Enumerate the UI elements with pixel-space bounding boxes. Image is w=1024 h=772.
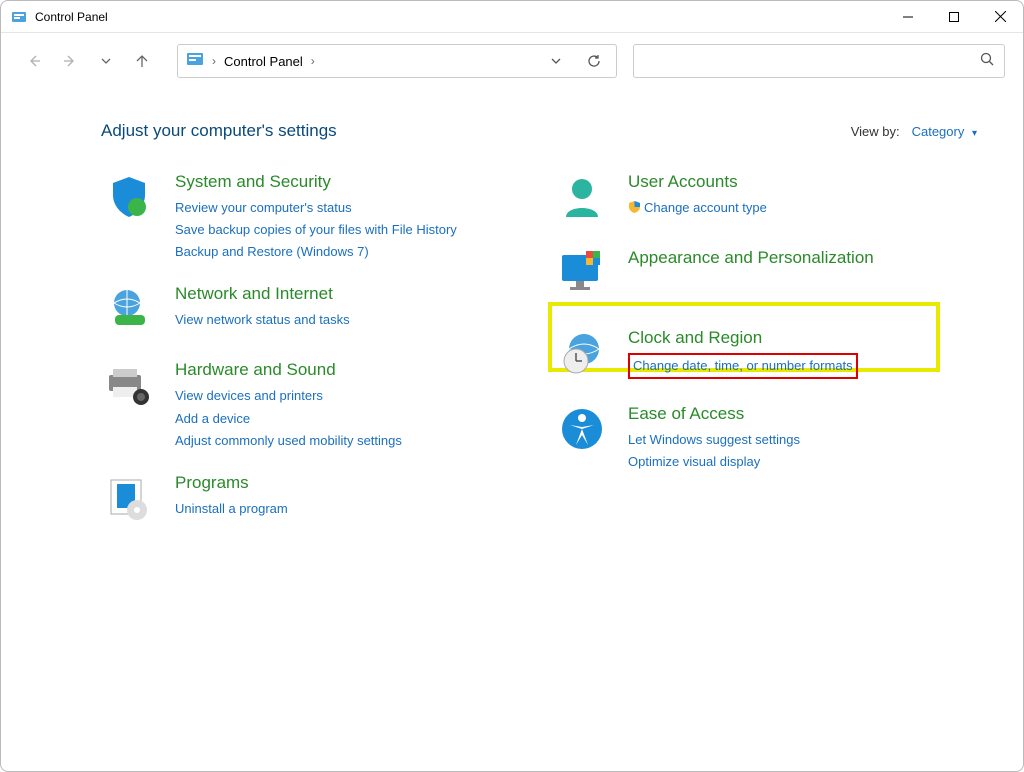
page-heading: Adjust your computer's settings (101, 121, 337, 141)
chevron-right-icon[interactable]: › (311, 54, 315, 68)
category-link[interactable]: Adjust commonly used mobility settings (175, 430, 402, 452)
window-title: Control Panel (35, 10, 108, 24)
refresh-button[interactable] (580, 47, 608, 75)
category-link[interactable]: Backup and Restore (Windows 7) (175, 241, 457, 263)
breadcrumb-item[interactable]: Control Panel (224, 54, 303, 69)
categories-right-column: User Accounts Change account type Appear… (554, 171, 977, 548)
view-by-label: View by: (851, 124, 900, 139)
minimize-button[interactable] (885, 1, 931, 33)
content-header: Adjust your computer's settings View by:… (101, 121, 977, 141)
category-clock-region: Clock and Region Change date, time, or n… (554, 323, 977, 383)
search-icon[interactable] (980, 52, 994, 71)
accessibility-icon (554, 403, 610, 459)
categories-container: System and Security Review your computer… (101, 171, 977, 548)
content-area: Adjust your computer's settings View by:… (1, 89, 1023, 548)
category-link[interactable]: Uninstall a program (175, 498, 288, 520)
shield-icon (101, 171, 157, 227)
category-link-text: Change account type (644, 200, 767, 215)
window-controls (885, 1, 1023, 33)
up-button[interactable] (127, 46, 157, 76)
category-title[interactable]: Hardware and Sound (175, 359, 402, 381)
category-system-security: System and Security Review your computer… (101, 171, 524, 263)
caret-down-icon: ▾ (972, 128, 977, 139)
highlight-red-box: Change date, time, or number formats (628, 353, 858, 379)
printer-camera-icon (101, 359, 157, 415)
category-link[interactable]: Let Windows suggest settings (628, 429, 800, 451)
clock-globe-icon (554, 327, 610, 383)
category-link[interactable]: View network status and tasks (175, 309, 350, 331)
search-input[interactable] (644, 54, 980, 69)
category-ease-of-access: Ease of Access Let Windows suggest setti… (554, 403, 977, 473)
programs-disc-icon (101, 472, 157, 528)
forward-button[interactable] (55, 46, 85, 76)
close-button[interactable] (977, 1, 1023, 33)
user-icon (554, 171, 610, 227)
globe-network-icon (101, 283, 157, 339)
category-link[interactable]: View devices and printers (175, 385, 402, 407)
title-bar: Control Panel (1, 1, 1023, 33)
view-by-dropdown[interactable]: Category ▾ (912, 124, 977, 139)
uac-shield-icon (628, 198, 641, 220)
category-network-internet: Network and Internet View network status… (101, 283, 524, 339)
monitor-appearance-icon (554, 247, 610, 303)
category-link[interactable]: Change date, time, or number formats (633, 358, 853, 373)
control-panel-breadcrumb-icon (186, 50, 204, 73)
category-link[interactable]: Optimize visual display (628, 451, 800, 473)
category-title[interactable]: Network and Internet (175, 283, 350, 305)
chevron-right-icon[interactable]: › (212, 54, 216, 68)
category-programs: Programs Uninstall a program (101, 472, 524, 528)
category-link[interactable]: Add a device (175, 408, 402, 430)
maximize-button[interactable] (931, 1, 977, 33)
nav-bar: › Control Panel › (1, 33, 1023, 89)
back-button[interactable] (19, 46, 49, 76)
category-link[interactable]: Change account type (628, 197, 767, 220)
category-title[interactable]: User Accounts (628, 171, 767, 193)
address-dropdown-button[interactable] (542, 47, 570, 75)
search-bar[interactable] (633, 44, 1005, 78)
category-hardware-sound: Hardware and Sound View devices and prin… (101, 359, 524, 451)
category-title[interactable]: Programs (175, 472, 288, 494)
category-appearance-personalization: Appearance and Personalization (554, 247, 977, 303)
control-panel-icon (11, 9, 27, 25)
category-title[interactable]: Appearance and Personalization (628, 247, 874, 269)
address-bar[interactable]: › Control Panel › (177, 44, 617, 78)
categories-left-column: System and Security Review your computer… (101, 171, 524, 548)
category-user-accounts: User Accounts Change account type (554, 171, 977, 227)
category-title[interactable]: System and Security (175, 171, 457, 193)
category-link[interactable]: Review your computer's status (175, 197, 457, 219)
view-by-selector: View by: Category ▾ (851, 124, 977, 139)
category-link[interactable]: Save backup copies of your files with Fi… (175, 219, 457, 241)
category-title[interactable]: Clock and Region (628, 327, 858, 349)
view-by-value: Category (912, 124, 965, 139)
recent-locations-button[interactable] (91, 46, 121, 76)
category-title[interactable]: Ease of Access (628, 403, 800, 425)
